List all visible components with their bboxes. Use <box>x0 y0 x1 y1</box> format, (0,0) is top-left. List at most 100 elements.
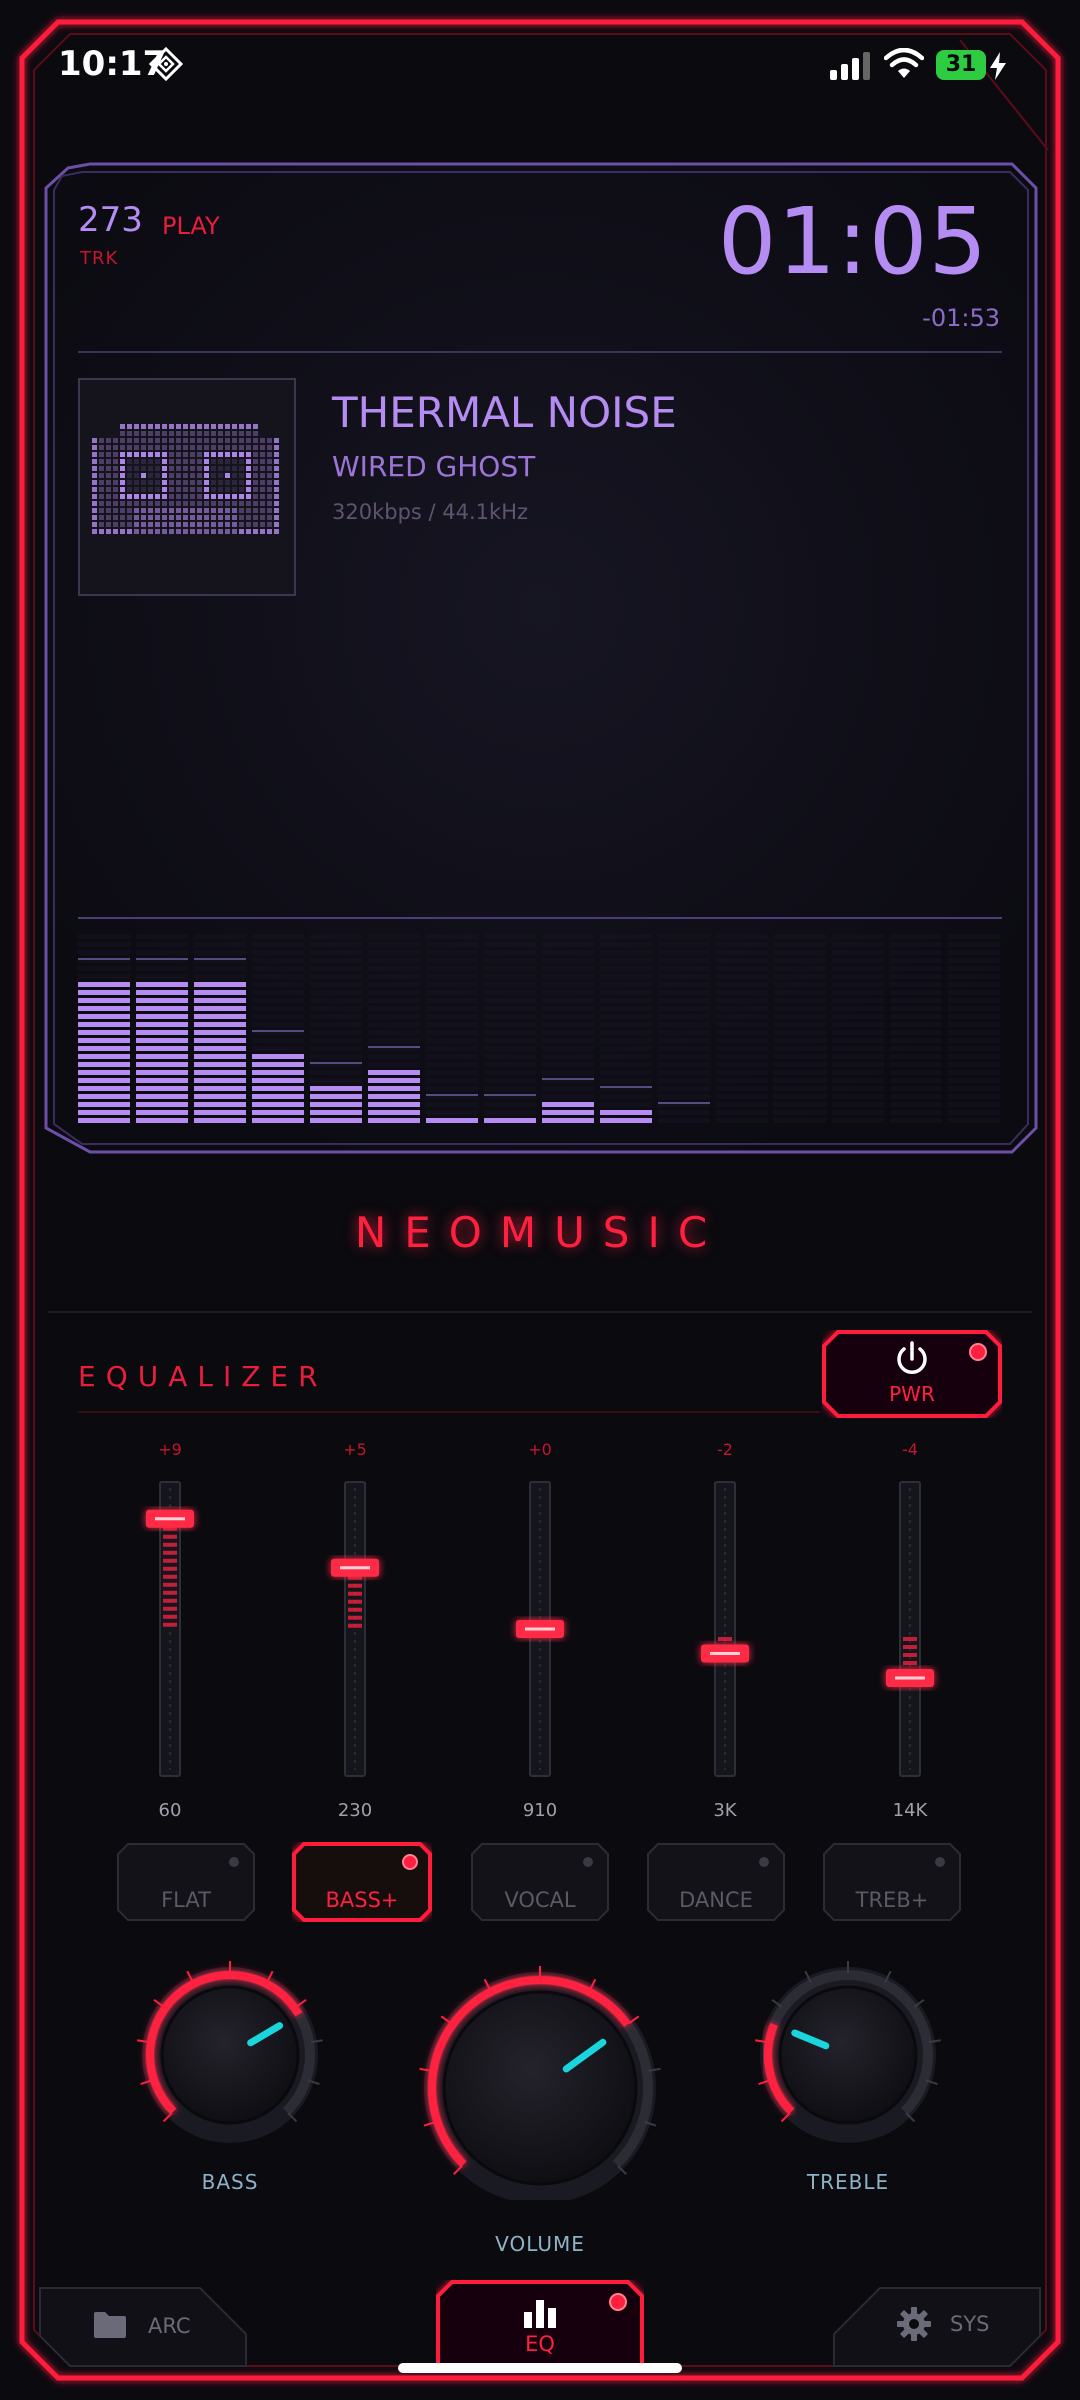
art-pixel <box>260 515 265 520</box>
art-pixel <box>253 431 258 436</box>
art-pixel <box>197 424 202 429</box>
band-freq-910: 910 <box>522 1800 558 1821</box>
home-indicator[interactable] <box>398 2363 682 2373</box>
art-pixel <box>225 508 230 513</box>
preset-vocal-button[interactable]: VOCAL <box>470 1842 610 1922</box>
art-pixel <box>197 452 202 457</box>
spectrum-peak <box>310 1062 362 1064</box>
band-freq-3k: 3K <box>713 1800 737 1821</box>
art-pixel <box>274 494 279 499</box>
art-pixel <box>127 473 132 478</box>
art-pixel <box>274 501 279 506</box>
nav-arc[interactable]: ARC <box>92 2306 212 2346</box>
art-pixel <box>120 424 125 429</box>
art-pixel <box>120 438 125 443</box>
art-pixel <box>197 473 202 478</box>
art-pixel <box>232 438 237 443</box>
preset-dance-button[interactable]: DANCE <box>646 1842 786 1922</box>
nav-sys[interactable]: SYS <box>896 2304 1016 2344</box>
art-pixel <box>190 494 195 499</box>
treble-knob[interactable] <box>755 1961 941 2143</box>
art-pixel <box>162 494 167 499</box>
preset-flat-button[interactable]: FLAT <box>116 1842 256 1922</box>
art-pixel <box>218 445 223 450</box>
art-pixel <box>99 501 104 506</box>
art-pixel <box>176 452 181 457</box>
art-pixel <box>92 501 97 506</box>
art-pixel <box>169 424 174 429</box>
art-pixel <box>253 480 258 485</box>
art-pixel <box>162 480 167 485</box>
art-pixel <box>253 487 258 492</box>
art-pixel <box>239 473 244 478</box>
art-pixel <box>106 501 111 506</box>
art-pixel <box>113 459 118 464</box>
art-pixel <box>148 480 153 485</box>
art-pixel <box>232 487 237 492</box>
art-pixel <box>134 473 139 478</box>
art-pixel <box>127 480 132 485</box>
art-pixel <box>134 515 139 520</box>
album-art <box>78 378 296 596</box>
art-pixel <box>239 459 244 464</box>
art-pixel <box>183 445 188 450</box>
art-pixel <box>197 466 202 471</box>
art-pixel <box>127 459 132 464</box>
art-pixel <box>232 445 237 450</box>
art-pixel <box>253 473 258 478</box>
art-pixel <box>211 501 216 506</box>
spectrum-peak <box>484 1094 536 1096</box>
art-pixel <box>211 515 216 520</box>
play-state[interactable]: PLAY <box>162 212 220 240</box>
eq-slider-910[interactable] <box>516 1481 564 1777</box>
art-pixel <box>92 445 97 450</box>
art-pixel <box>162 466 167 471</box>
art-pixel <box>148 452 153 457</box>
art-pixel <box>260 438 265 443</box>
eq-slider-14k[interactable] <box>886 1481 934 1777</box>
art-pixel <box>239 431 244 436</box>
preset-treble-button[interactable]: TREB+ <box>822 1842 962 1922</box>
volume-knob[interactable] <box>419 1966 661 2200</box>
power-button[interactable]: PWR <box>822 1330 1002 1418</box>
art-pixel <box>106 466 111 471</box>
eq-slider-60[interactable] <box>146 1481 194 1777</box>
art-pixel <box>162 522 167 527</box>
art-pixel <box>148 438 153 443</box>
art-pixel <box>204 487 209 492</box>
art-pixel <box>162 487 167 492</box>
preset-bass-button[interactable]: BASS+ <box>292 1842 432 1922</box>
art-pixel <box>113 494 118 499</box>
spectrum-peak <box>368 1046 420 1048</box>
art-pixel <box>267 473 272 478</box>
eq-slider-3k[interactable] <box>701 1481 749 1777</box>
art-pixel <box>148 459 153 464</box>
spectrum-bar <box>948 934 1000 1123</box>
art-pixel <box>267 438 272 443</box>
art-pixel <box>267 445 272 450</box>
eq-slider-230[interactable] <box>331 1481 379 1777</box>
spectrum-bar <box>774 934 826 1123</box>
art-pixel <box>246 459 251 464</box>
art-pixel <box>239 487 244 492</box>
art-pixel <box>190 480 195 485</box>
art-pixel <box>197 445 202 450</box>
nav-eq[interactable]: EQ <box>436 2280 644 2368</box>
art-pixel <box>162 515 167 520</box>
art-pixel <box>148 466 153 471</box>
elapsed-time: 01:05 <box>717 188 988 295</box>
art-pixel <box>218 466 223 471</box>
art-pixel <box>113 452 118 457</box>
art-pixel <box>155 480 160 485</box>
spectrum-bar <box>194 934 246 1123</box>
art-pixel <box>239 515 244 520</box>
art-pixel <box>204 501 209 506</box>
art-pixel <box>120 494 125 499</box>
art-pixel <box>274 466 279 471</box>
battery-icon: 31 <box>936 50 986 80</box>
art-pixel <box>225 445 230 450</box>
art-pixel <box>148 501 153 506</box>
art-pixel <box>176 473 181 478</box>
bass-knob[interactable] <box>137 1961 323 2143</box>
art-pixel <box>148 473 153 478</box>
